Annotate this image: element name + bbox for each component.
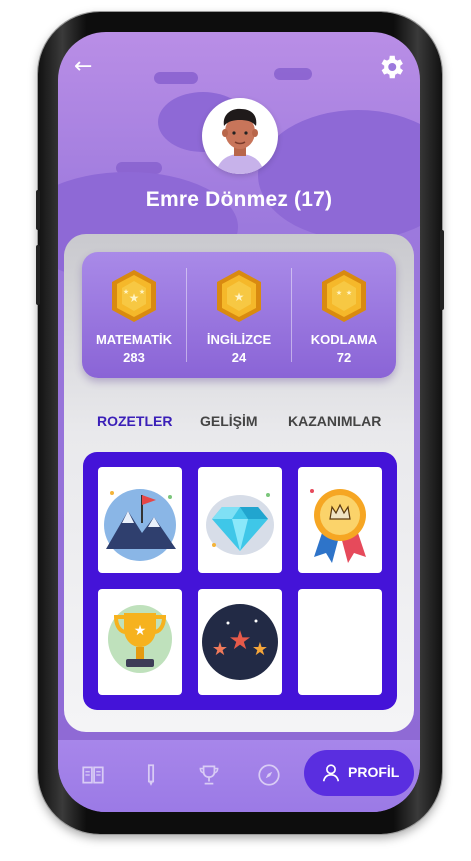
- pencil-icon[interactable]: [138, 762, 164, 788]
- stat-value: 72: [336, 350, 352, 365]
- svg-text:★: ★: [123, 288, 129, 296]
- diamond-icon: [206, 493, 274, 555]
- tab-rozetler[interactable]: ROZETLER: [97, 413, 172, 429]
- hill-decoration: [258, 110, 420, 240]
- cloud-decoration: [154, 72, 198, 84]
- profile-button[interactable]: PROFİL: [304, 750, 414, 796]
- svg-text:★: ★: [336, 289, 342, 297]
- avatar[interactable]: [202, 98, 278, 174]
- svg-text:★: ★: [346, 289, 352, 297]
- badge-card[interactable]: [98, 467, 182, 573]
- boy-avatar-icon: [216, 108, 264, 174]
- stat-ingilizce[interactable]: ★ İNGİLİZCE 24: [187, 252, 291, 378]
- stats-card: ★ ★ ★ MATEMATİK 283 ★ İNGİLİZCE 24 ★ ★ K…: [82, 252, 396, 378]
- bottom-nav: PROFİL: [58, 740, 420, 812]
- badge-card-empty[interactable]: [298, 589, 382, 695]
- svg-text:★: ★: [234, 290, 245, 304]
- user-icon: [322, 764, 340, 782]
- gear-icon[interactable]: [376, 52, 406, 82]
- award-rosette-icon: [310, 489, 366, 563]
- medal-icon: ★: [217, 270, 261, 322]
- svg-text:★: ★: [212, 639, 228, 660]
- back-arrow-icon[interactable]: ←: [74, 56, 92, 78]
- trophy-nav-icon[interactable]: [196, 762, 222, 788]
- svg-text:★: ★: [228, 626, 251, 656]
- stat-kodlama[interactable]: ★ ★ KODLAMA 72: [292, 252, 396, 378]
- compass-icon[interactable]: [256, 762, 282, 788]
- stat-label: MATEMATİK: [95, 332, 173, 347]
- stat-value: 24: [231, 350, 247, 365]
- volume-button: [36, 245, 40, 305]
- badge-grid: ★ ★ ★ ★: [83, 452, 397, 710]
- mountain-flag-icon: [104, 489, 176, 561]
- badge-card[interactable]: ★: [98, 589, 182, 695]
- stat-matematik[interactable]: ★ ★ ★ MATEMATİK 283: [82, 252, 186, 378]
- user-name: Emre Dönmez (17): [145, 188, 333, 211]
- profile-button-label: PROFİL: [348, 764, 400, 780]
- badge-card[interactable]: [198, 467, 282, 573]
- badge-card[interactable]: ★ ★ ★: [198, 589, 282, 695]
- power-button: [440, 230, 444, 310]
- svg-text:★: ★: [252, 639, 268, 660]
- badge-card[interactable]: [298, 467, 382, 573]
- medal-icon: ★ ★ ★: [112, 270, 156, 322]
- tab-gelisim[interactable]: GELİŞİM: [200, 413, 258, 429]
- svg-text:★: ★: [129, 291, 140, 305]
- app-screen: ← Emre Dönmez (17) ★ ★ ★ MATEMATİK 283 ★…: [58, 32, 420, 812]
- medal-icon: ★ ★: [322, 270, 366, 322]
- stars-icon: ★ ★ ★: [202, 604, 278, 680]
- cloud-decoration: [274, 68, 312, 80]
- svg-text:★: ★: [139, 288, 145, 296]
- stat-value: 283: [123, 350, 145, 365]
- stat-label: KODLAMA: [310, 332, 378, 347]
- tab-kazanimlar[interactable]: KAZANIMLAR: [288, 413, 381, 429]
- volume-button: [36, 190, 40, 230]
- book-icon[interactable]: [80, 762, 106, 788]
- trophy-icon: ★: [108, 605, 172, 673]
- stat-label: İNGİLİZCE: [206, 332, 272, 347]
- svg-text:★: ★: [134, 623, 147, 639]
